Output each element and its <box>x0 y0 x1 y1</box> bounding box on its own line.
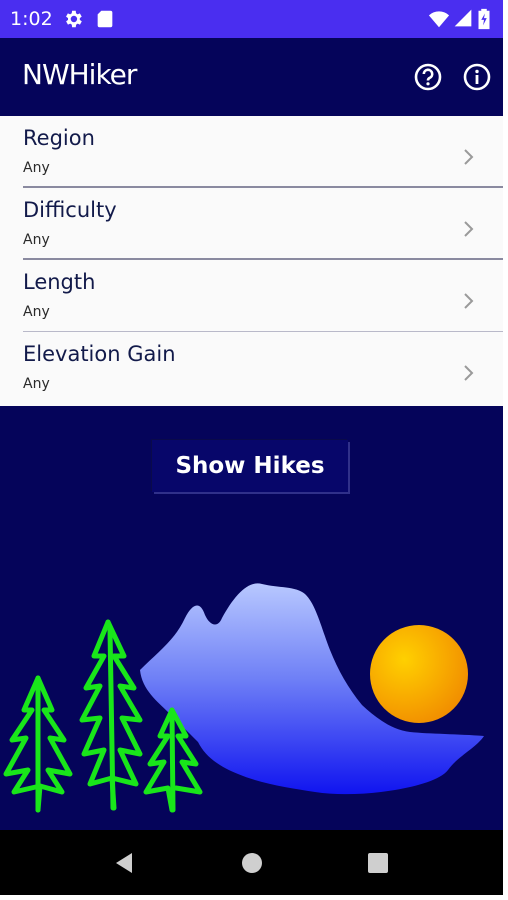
status-bar: 1:02 <box>0 0 503 38</box>
filter-label: Difficulty <box>23 198 117 222</box>
battery-icon <box>477 8 493 30</box>
filter-value: Any <box>23 160 50 176</box>
chevron-right-icon <box>463 364 475 382</box>
back-icon[interactable] <box>112 850 138 876</box>
device-screen: 1:02 NWHiker Region Any Difficulty Any L… <box>0 0 503 895</box>
status-time: 1:02 <box>10 8 53 30</box>
sd-card-icon <box>94 8 116 30</box>
show-hikes-button[interactable]: Show Hikes <box>152 440 348 492</box>
app-title: NWHiker <box>22 58 137 91</box>
recents-icon[interactable] <box>365 850 391 876</box>
sun-shape <box>370 625 468 723</box>
info-icon[interactable] <box>462 62 492 92</box>
navigation-bar <box>0 830 503 895</box>
filter-label: Region <box>23 126 95 150</box>
chevron-right-icon <box>463 220 475 238</box>
filter-region[interactable]: Region Any <box>0 116 503 188</box>
filter-label: Length <box>23 270 96 294</box>
chevron-right-icon <box>463 292 475 310</box>
filter-list: Region Any Difficulty Any Length Any Ele… <box>0 116 503 406</box>
filter-elevation-gain[interactable]: Elevation Gain Any <box>0 332 503 404</box>
filter-label: Elevation Gain <box>23 342 176 366</box>
help-icon[interactable] <box>413 62 443 92</box>
filter-value: Any <box>23 304 50 320</box>
filter-value: Any <box>23 232 50 248</box>
filter-value: Any <box>23 376 50 392</box>
home-icon[interactable] <box>239 850 265 876</box>
chevron-right-icon <box>463 148 475 166</box>
wifi-icon <box>428 8 450 30</box>
landscape-illustration <box>0 560 503 830</box>
settings-gear-icon <box>62 8 84 30</box>
filter-difficulty[interactable]: Difficulty Any <box>0 188 503 260</box>
cell-signal-icon <box>453 8 475 30</box>
app-bar: NWHiker <box>0 38 503 116</box>
filter-length[interactable]: Length Any <box>0 260 503 332</box>
